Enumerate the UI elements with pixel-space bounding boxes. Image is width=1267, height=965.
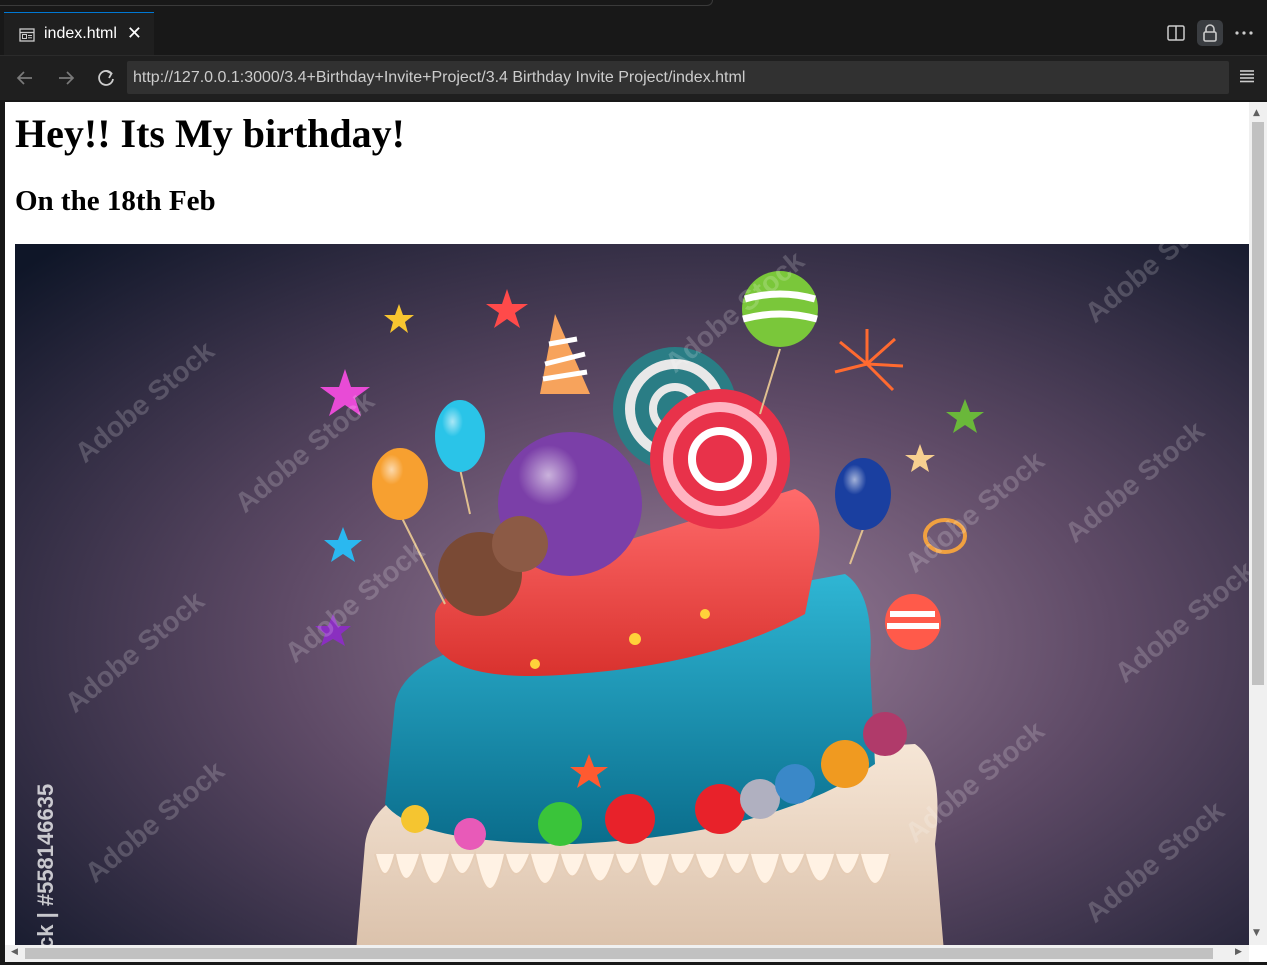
tab-index-html[interactable]: index.html ✕ <box>4 12 154 55</box>
browser-nav-bar: http://127.0.0.1:3000/3.4+Birthday+Invit… <box>0 56 1267 100</box>
title-bar-outline <box>0 0 713 6</box>
arrow-left-icon[interactable] <box>13 66 37 90</box>
close-icon[interactable]: ✕ <box>127 25 142 43</box>
url-input[interactable]: http://127.0.0.1:3000/3.4+Birthday+Invit… <box>127 61 1229 94</box>
horizontal-scroll-thumb[interactable] <box>25 948 1213 959</box>
tab-label: index.html <box>44 25 117 42</box>
arrow-right-icon[interactable] <box>54 66 78 90</box>
birthday-cake-image: Adobe Stock Adobe Stock Adobe Stock Adob… <box>15 244 1249 945</box>
hamburger-menu-icon[interactable] <box>1238 68 1260 88</box>
horizontal-scrollbar[interactable]: ◀ ▶ <box>5 945 1249 962</box>
preview-icon <box>19 27 35 42</box>
window-top-strip <box>0 0 1267 12</box>
editor-tab-bar: index.html ✕ <box>0 12 1267 56</box>
split-editor-icon[interactable] <box>1163 20 1189 46</box>
vertical-scrollbar[interactable]: ▲ ▼ <box>1249 102 1267 945</box>
scroll-up-icon[interactable]: ▲ <box>1253 108 1260 118</box>
vertical-scroll-thumb[interactable] <box>1252 122 1264 685</box>
image-id-text: ck | #558146635 <box>33 784 58 945</box>
url-text: http://127.0.0.1:3000/3.4+Birthday+Invit… <box>133 68 746 86</box>
scrollbar-corner <box>1249 945 1267 962</box>
more-actions-icon[interactable] <box>1231 20 1257 46</box>
scroll-left-icon[interactable]: ◀ <box>11 947 18 957</box>
page-viewport: Hey!! Its My birthday! On the 18th Feb A… <box>5 102 1249 945</box>
scroll-right-icon[interactable]: ▶ <box>1235 947 1242 957</box>
scroll-down-icon[interactable]: ▼ <box>1253 928 1260 938</box>
reload-icon[interactable] <box>94 66 118 90</box>
tab-actions <box>1163 20 1257 46</box>
page-heading: Hey!! Its My birthday! <box>15 111 405 156</box>
page-subheading: On the 18th Feb <box>15 185 216 217</box>
lock-icon[interactable] <box>1197 20 1223 46</box>
